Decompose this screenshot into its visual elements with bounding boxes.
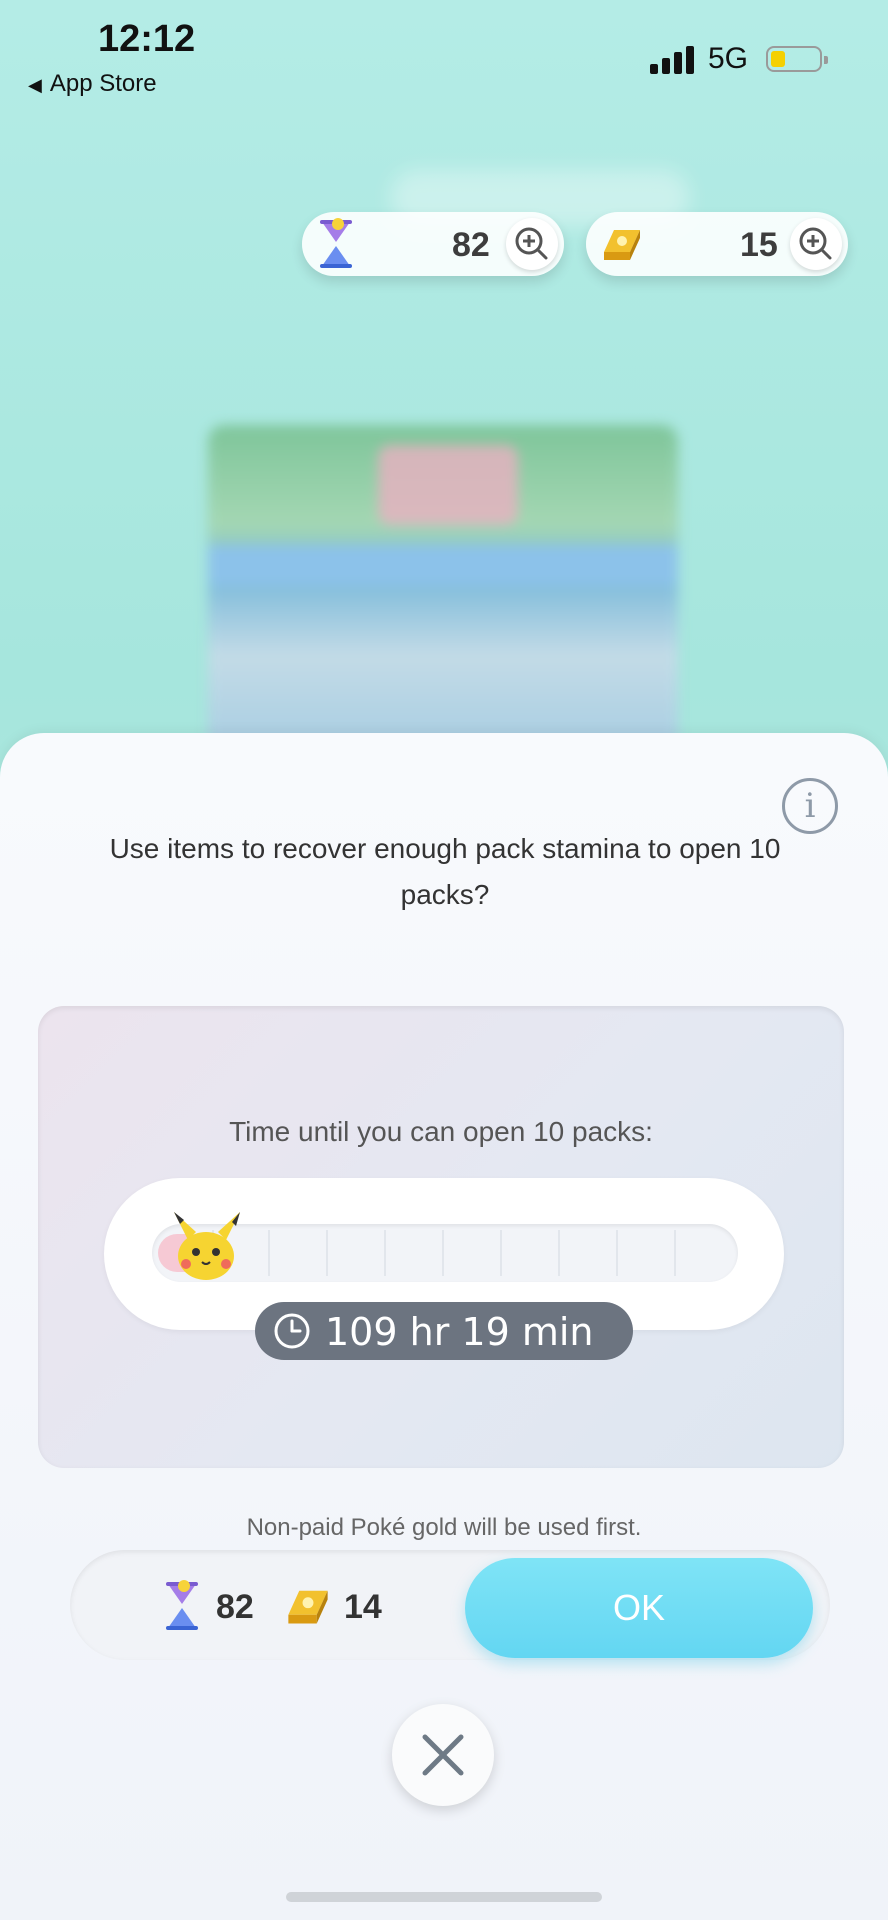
cost-hourglass-count: 82 xyxy=(216,1588,254,1626)
timer-label: Time until you can open 10 packs: xyxy=(229,1116,653,1147)
poke-gold-add-button[interactable] xyxy=(790,218,842,270)
close-button[interactable] xyxy=(392,1704,494,1806)
signal-icon xyxy=(650,46,696,74)
battery-fill xyxy=(771,51,785,67)
status-time: 12:12 xyxy=(98,18,196,60)
poke-gold-count: 15 xyxy=(740,226,778,264)
hourglass-count: 82 xyxy=(452,226,490,264)
clock-icon xyxy=(274,1313,310,1349)
zoom-plus-icon xyxy=(799,227,832,260)
pikachu-icon xyxy=(174,1212,240,1280)
poke-gold-icon xyxy=(288,1590,328,1624)
home-indicator[interactable] xyxy=(286,1892,602,1902)
time-remaining-text: 109 hr 19 min xyxy=(325,1310,594,1354)
poke-gold-icon xyxy=(604,230,640,260)
pack-hourglass-icon xyxy=(320,218,352,268)
back-to-app-store[interactable]: ◀ App Store xyxy=(28,70,157,98)
back-triangle-icon: ◀ xyxy=(28,75,42,95)
dialog-prompt: Use items to recover enough pack stamina… xyxy=(109,833,781,910)
background-card-pack xyxy=(208,425,678,755)
zoom-plus-icon xyxy=(515,227,548,260)
close-icon xyxy=(422,1734,464,1776)
time-remaining-badge: 109 hr 19 min xyxy=(255,1302,633,1360)
info-icon[interactable]: i xyxy=(782,778,838,834)
ok-button[interactable]: OK xyxy=(465,1558,813,1658)
gold-usage-note: Non-paid Poké gold will be used first. xyxy=(246,1514,642,1541)
poke-gold-currency-pill: 15 xyxy=(586,212,848,276)
battery-icon xyxy=(766,46,828,72)
hourglass-add-button[interactable] xyxy=(506,218,558,270)
pack-hourglass-icon xyxy=(166,1580,198,1630)
network-type: 5G xyxy=(708,42,749,75)
cost-poke-gold-count: 14 xyxy=(344,1588,382,1626)
hourglass-currency-pill: 82 xyxy=(302,212,564,276)
back-label: App Store xyxy=(49,70,157,97)
